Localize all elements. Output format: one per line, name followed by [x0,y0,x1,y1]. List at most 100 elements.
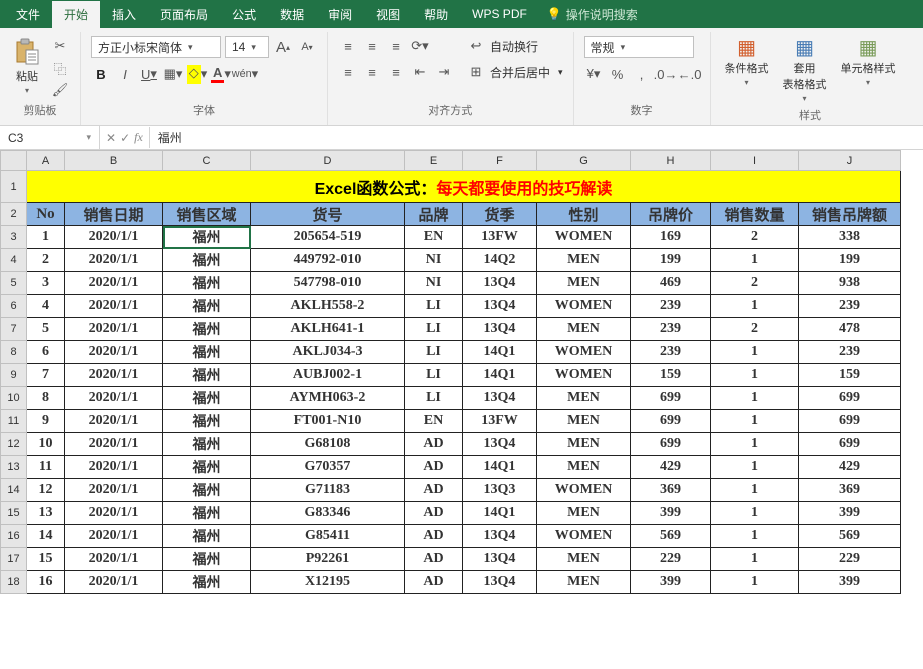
data-cell[interactable]: G68108 [251,433,405,456]
data-cell[interactable]: AD [405,433,463,456]
data-cell[interactable]: 2020/1/1 [65,341,163,364]
title-cell[interactable]: Excel函数公式：每天都要使用的技巧解读 [27,171,901,203]
font-family-select[interactable]: 方正小标宋简体▾ [91,36,221,58]
row-header[interactable]: 12 [1,433,27,456]
data-cell[interactable]: 1 [711,249,799,272]
increase-decimal-button[interactable]: .0→ [656,64,676,84]
data-cell[interactable]: 15 [27,548,65,571]
data-cell[interactable]: 福州 [163,364,251,387]
data-cell[interactable]: 13Q4 [463,571,537,594]
data-cell[interactable]: AKLH558-2 [251,295,405,318]
data-cell[interactable]: WOMEN [537,479,631,502]
data-cell[interactable]: 2 [711,318,799,341]
header-cell[interactable]: 销售吊牌额 [799,203,901,226]
data-cell[interactable]: 福州 [163,249,251,272]
data-cell[interactable]: AD [405,525,463,548]
data-cell[interactable]: 1 [711,571,799,594]
data-cell[interactable]: MEN [537,318,631,341]
data-cell[interactable]: 13Q4 [463,548,537,571]
row-header[interactable]: 6 [1,295,27,318]
data-cell[interactable]: AUBJ002-1 [251,364,405,387]
data-cell[interactable]: 5 [27,318,65,341]
data-cell[interactable]: 399 [799,502,901,525]
data-cell[interactable]: WOMEN [537,226,631,249]
data-cell[interactable]: 938 [799,272,901,295]
data-cell[interactable]: 239 [799,341,901,364]
data-cell[interactable]: MEN [537,456,631,479]
bold-button[interactable]: B [91,64,111,84]
copy-button[interactable]: ⿻ [50,58,70,78]
row-header[interactable]: 9 [1,364,27,387]
menu-tab-3[interactable]: 页面布局 [148,1,220,28]
data-cell[interactable]: 福州 [163,479,251,502]
paste-button[interactable]: 粘贴 ▾ [10,36,44,97]
data-cell[interactable]: 2 [711,226,799,249]
data-cell[interactable]: 12 [27,479,65,502]
align-left-button[interactable]: ≡ [338,62,358,82]
row-header[interactable]: 1 [1,171,27,203]
data-cell[interactable]: 14Q1 [463,456,537,479]
data-cell[interactable]: 福州 [163,295,251,318]
data-cell[interactable]: 14Q2 [463,249,537,272]
data-cell[interactable]: 4 [27,295,65,318]
menu-tab-7[interactable]: 视图 [364,1,412,28]
data-cell[interactable]: 399 [631,571,711,594]
data-cell[interactable]: 13Q4 [463,433,537,456]
header-cell[interactable]: 货季 [463,203,537,226]
data-cell[interactable]: 2 [27,249,65,272]
align-center-button[interactable]: ≡ [362,62,382,82]
number-format-select[interactable]: 常规▾ [584,36,694,58]
data-cell[interactable]: 2020/1/1 [65,272,163,295]
row-header[interactable]: 18 [1,571,27,594]
data-cell[interactable]: 1 [711,502,799,525]
name-box[interactable]: C3▾ [0,126,100,149]
data-cell[interactable]: 569 [799,525,901,548]
data-cell[interactable]: 429 [799,456,901,479]
data-cell[interactable]: 169 [631,226,711,249]
data-cell[interactable]: 福州 [163,410,251,433]
row-header[interactable]: 7 [1,318,27,341]
fill-color-button[interactable]: ◇▾ [187,64,207,84]
font-color-button[interactable]: A▾ [211,64,231,84]
data-cell[interactable]: 福州 [163,571,251,594]
menu-tab-4[interactable]: 公式 [220,1,268,28]
italic-button[interactable]: I [115,64,135,84]
col-header[interactable]: E [405,151,463,171]
align-middle-button[interactable]: ≡ [362,36,382,56]
data-cell[interactable]: AYMH063-2 [251,387,405,410]
border-button[interactable]: ▦▾ [163,64,183,84]
header-cell[interactable]: 销售数量 [711,203,799,226]
col-header[interactable]: I [711,151,799,171]
header-cell[interactable]: 货号 [251,203,405,226]
increase-font-button[interactable]: A▴ [273,37,293,57]
decrease-font-button[interactable]: A▾ [297,37,317,57]
data-cell[interactable]: 福州 [163,456,251,479]
data-cell[interactable]: 2020/1/1 [65,226,163,249]
data-cell[interactable]: 3 [27,272,65,295]
data-cell[interactable]: AD [405,548,463,571]
data-cell[interactable]: 7 [27,364,65,387]
align-bottom-button[interactable]: ≡ [386,36,406,56]
data-cell[interactable]: 1 [711,548,799,571]
col-header[interactable]: B [65,151,163,171]
data-cell[interactable]: 1 [711,433,799,456]
insert-function-button[interactable]: fx [134,130,143,145]
header-cell[interactable]: No [27,203,65,226]
data-cell[interactable]: 469 [631,272,711,295]
data-cell[interactable]: 14Q1 [463,502,537,525]
data-cell[interactable]: 1 [711,525,799,548]
row-header[interactable]: 17 [1,548,27,571]
row-header[interactable]: 3 [1,226,27,249]
data-cell[interactable]: AD [405,571,463,594]
header-cell[interactable]: 性别 [537,203,631,226]
row-header[interactable]: 13 [1,456,27,479]
data-cell[interactable]: MEN [537,571,631,594]
data-cell[interactable]: 福州 [163,226,251,249]
menu-tab-0[interactable]: 文件 [4,1,52,28]
col-header[interactable]: H [631,151,711,171]
data-cell[interactable]: WOMEN [537,525,631,548]
header-cell[interactable]: 品牌 [405,203,463,226]
row-header[interactable]: 4 [1,249,27,272]
data-cell[interactable]: 14 [27,525,65,548]
data-cell[interactable]: MEN [537,249,631,272]
